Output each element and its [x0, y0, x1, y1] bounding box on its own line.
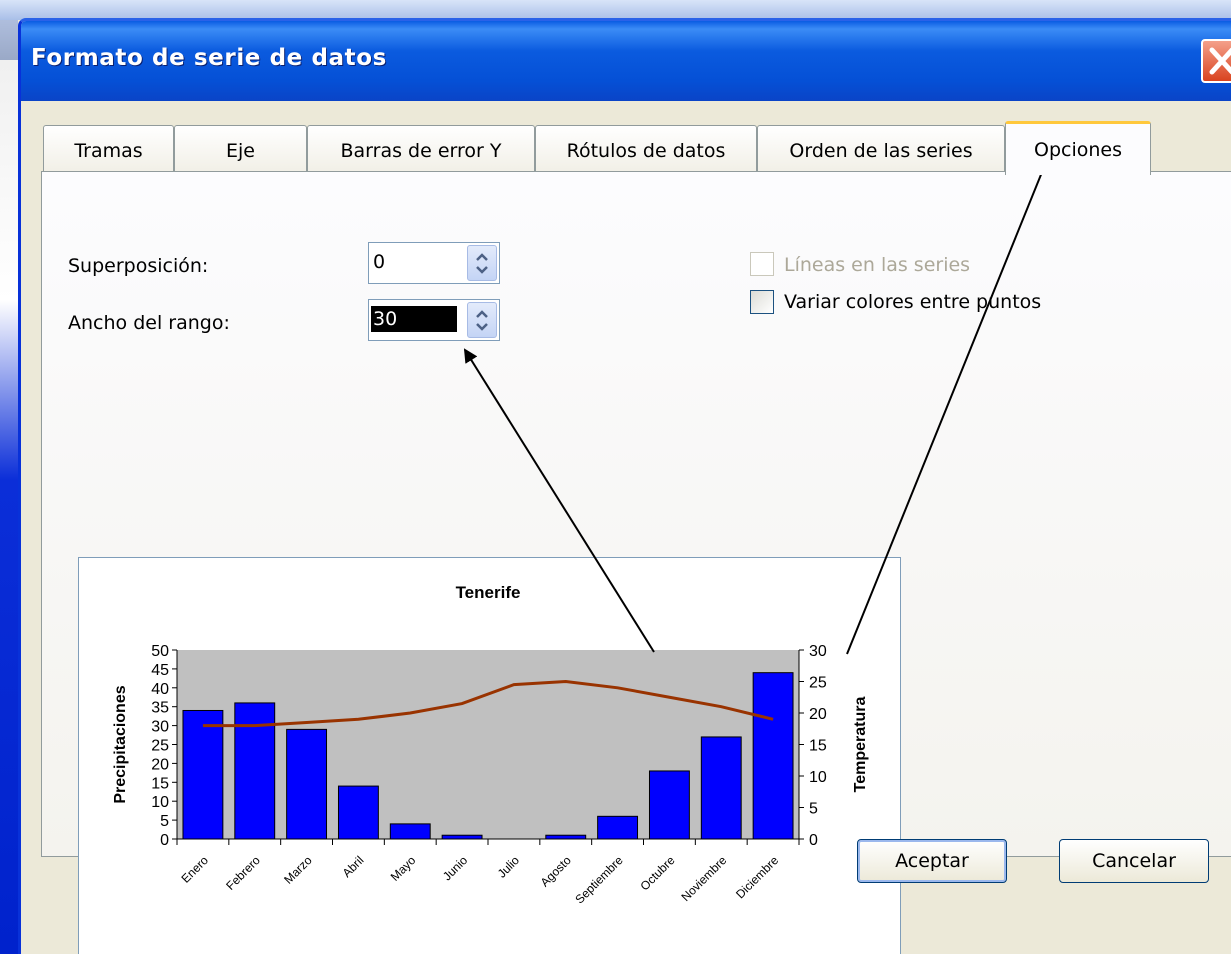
tab-tramas[interactable]: Tramas: [43, 125, 174, 173]
right-tick-label: 0: [809, 832, 818, 849]
right-tick-label: 20: [809, 706, 827, 723]
overlap-value[interactable]: 0: [373, 251, 385, 273]
right-tick-label: 5: [809, 801, 818, 818]
cancel-button[interactable]: Cancelar: [1059, 839, 1209, 883]
x-tick-label: Abril: [340, 853, 367, 880]
bar: [389, 823, 431, 840]
close-button[interactable]: [1201, 39, 1231, 83]
bar: [182, 709, 224, 840]
tab-eje[interactable]: Eje: [174, 125, 307, 173]
left-axis-title: Precipitaciones: [112, 685, 129, 803]
bar: [752, 672, 794, 840]
gap-width-label: Ancho del rango:: [68, 312, 230, 334]
desktop-strip: [0, 0, 1231, 20]
bar: [441, 834, 483, 840]
tab-barras-de-error-y[interactable]: Barras de error Y: [307, 125, 535, 173]
left-tick-label: 0: [160, 832, 169, 849]
right-tick-label: 10: [809, 769, 827, 786]
gap-width-spinner[interactable]: 30: [368, 299, 500, 341]
options-panel: Superposición: 0 Ancho del rango: 30 Lín…: [41, 171, 1231, 954]
bar: [648, 770, 690, 840]
chart-preview: Tenerife 0 5 10 15 20 25 30 35 40 45 50 0 5 10 15 20 25 30…: [78, 557, 901, 954]
right-tick-label: 15: [809, 738, 827, 755]
x-tick-label: Octubre: [637, 853, 677, 893]
series-lines-label: Líneas en las series: [784, 254, 971, 276]
overlap-label: Superposición:: [68, 255, 209, 277]
left-tick-label: 5: [160, 813, 169, 830]
gap-width-value[interactable]: 30: [371, 306, 458, 332]
left-tick-label: 20: [151, 756, 169, 773]
series-lines-checkbox[interactable]: [750, 252, 774, 276]
bar: [337, 785, 379, 840]
x-tick-label: Mayo: [388, 853, 419, 884]
overlap-spinner[interactable]: 0: [368, 242, 500, 284]
left-tick-label: 35: [151, 700, 169, 717]
x-tick-label: Junio: [440, 853, 470, 883]
up-down-arrows-icon: [476, 310, 488, 331]
x-tick-label: Marzo: [281, 853, 315, 887]
tab-orden-de-las-series[interactable]: Orden de las series: [757, 125, 1005, 173]
overlap-spin-arrows[interactable]: [467, 245, 497, 281]
right-tick-label: 30: [809, 643, 827, 660]
left-tick-label: 45: [151, 662, 169, 679]
format-data-series-dialog: Formato de serie de datos Tramas Eje Bar…: [18, 18, 1231, 954]
x-tick-label: Septiembre: [572, 853, 626, 907]
title-bar[interactable]: Formato de serie de datos: [21, 21, 1231, 101]
chart-title: Tenerife: [456, 583, 521, 602]
bar: [597, 815, 639, 840]
right-axis-title: Temperatura: [852, 697, 869, 793]
left-tick-label: 50: [151, 643, 169, 660]
close-icon: [1209, 47, 1231, 75]
x-tick-label: Agosto: [538, 853, 575, 890]
left-tick-label: 30: [151, 719, 169, 736]
x-tick-label: Febrero: [223, 853, 263, 893]
bar: [286, 728, 328, 840]
vary-colors-checkbox[interactable]: [750, 290, 774, 314]
right-tick-label: 25: [809, 675, 827, 692]
left-tick-label: 10: [151, 794, 169, 811]
x-tick-label: Diciembre: [733, 853, 781, 901]
x-tick-label: Enero: [178, 853, 211, 886]
x-tick-label: Julio: [495, 853, 523, 881]
chart-svg: Tenerife05101520253035404550051015202530…: [112, 583, 869, 907]
ok-button[interactable]: Aceptar: [857, 839, 1007, 883]
tab-opciones[interactable]: Opciones: [1005, 121, 1151, 175]
dialog-title: Formato de serie de datos: [31, 45, 387, 71]
left-tick-label: 15: [151, 775, 169, 792]
left-tick-label: 25: [151, 738, 169, 755]
tab-rotulos-de-datos[interactable]: Rótulos de datos: [535, 125, 757, 173]
up-down-arrows-icon: [476, 253, 488, 274]
desktop-background: [0, 0, 18, 954]
bar: [700, 736, 742, 840]
left-tick-label: 40: [151, 681, 169, 698]
x-tick-label: Noviembre: [678, 853, 729, 904]
gap-width-spin-arrows[interactable]: [467, 302, 497, 338]
bar: [545, 834, 587, 840]
vary-colors-label: Variar colores entre puntos: [784, 291, 1042, 313]
